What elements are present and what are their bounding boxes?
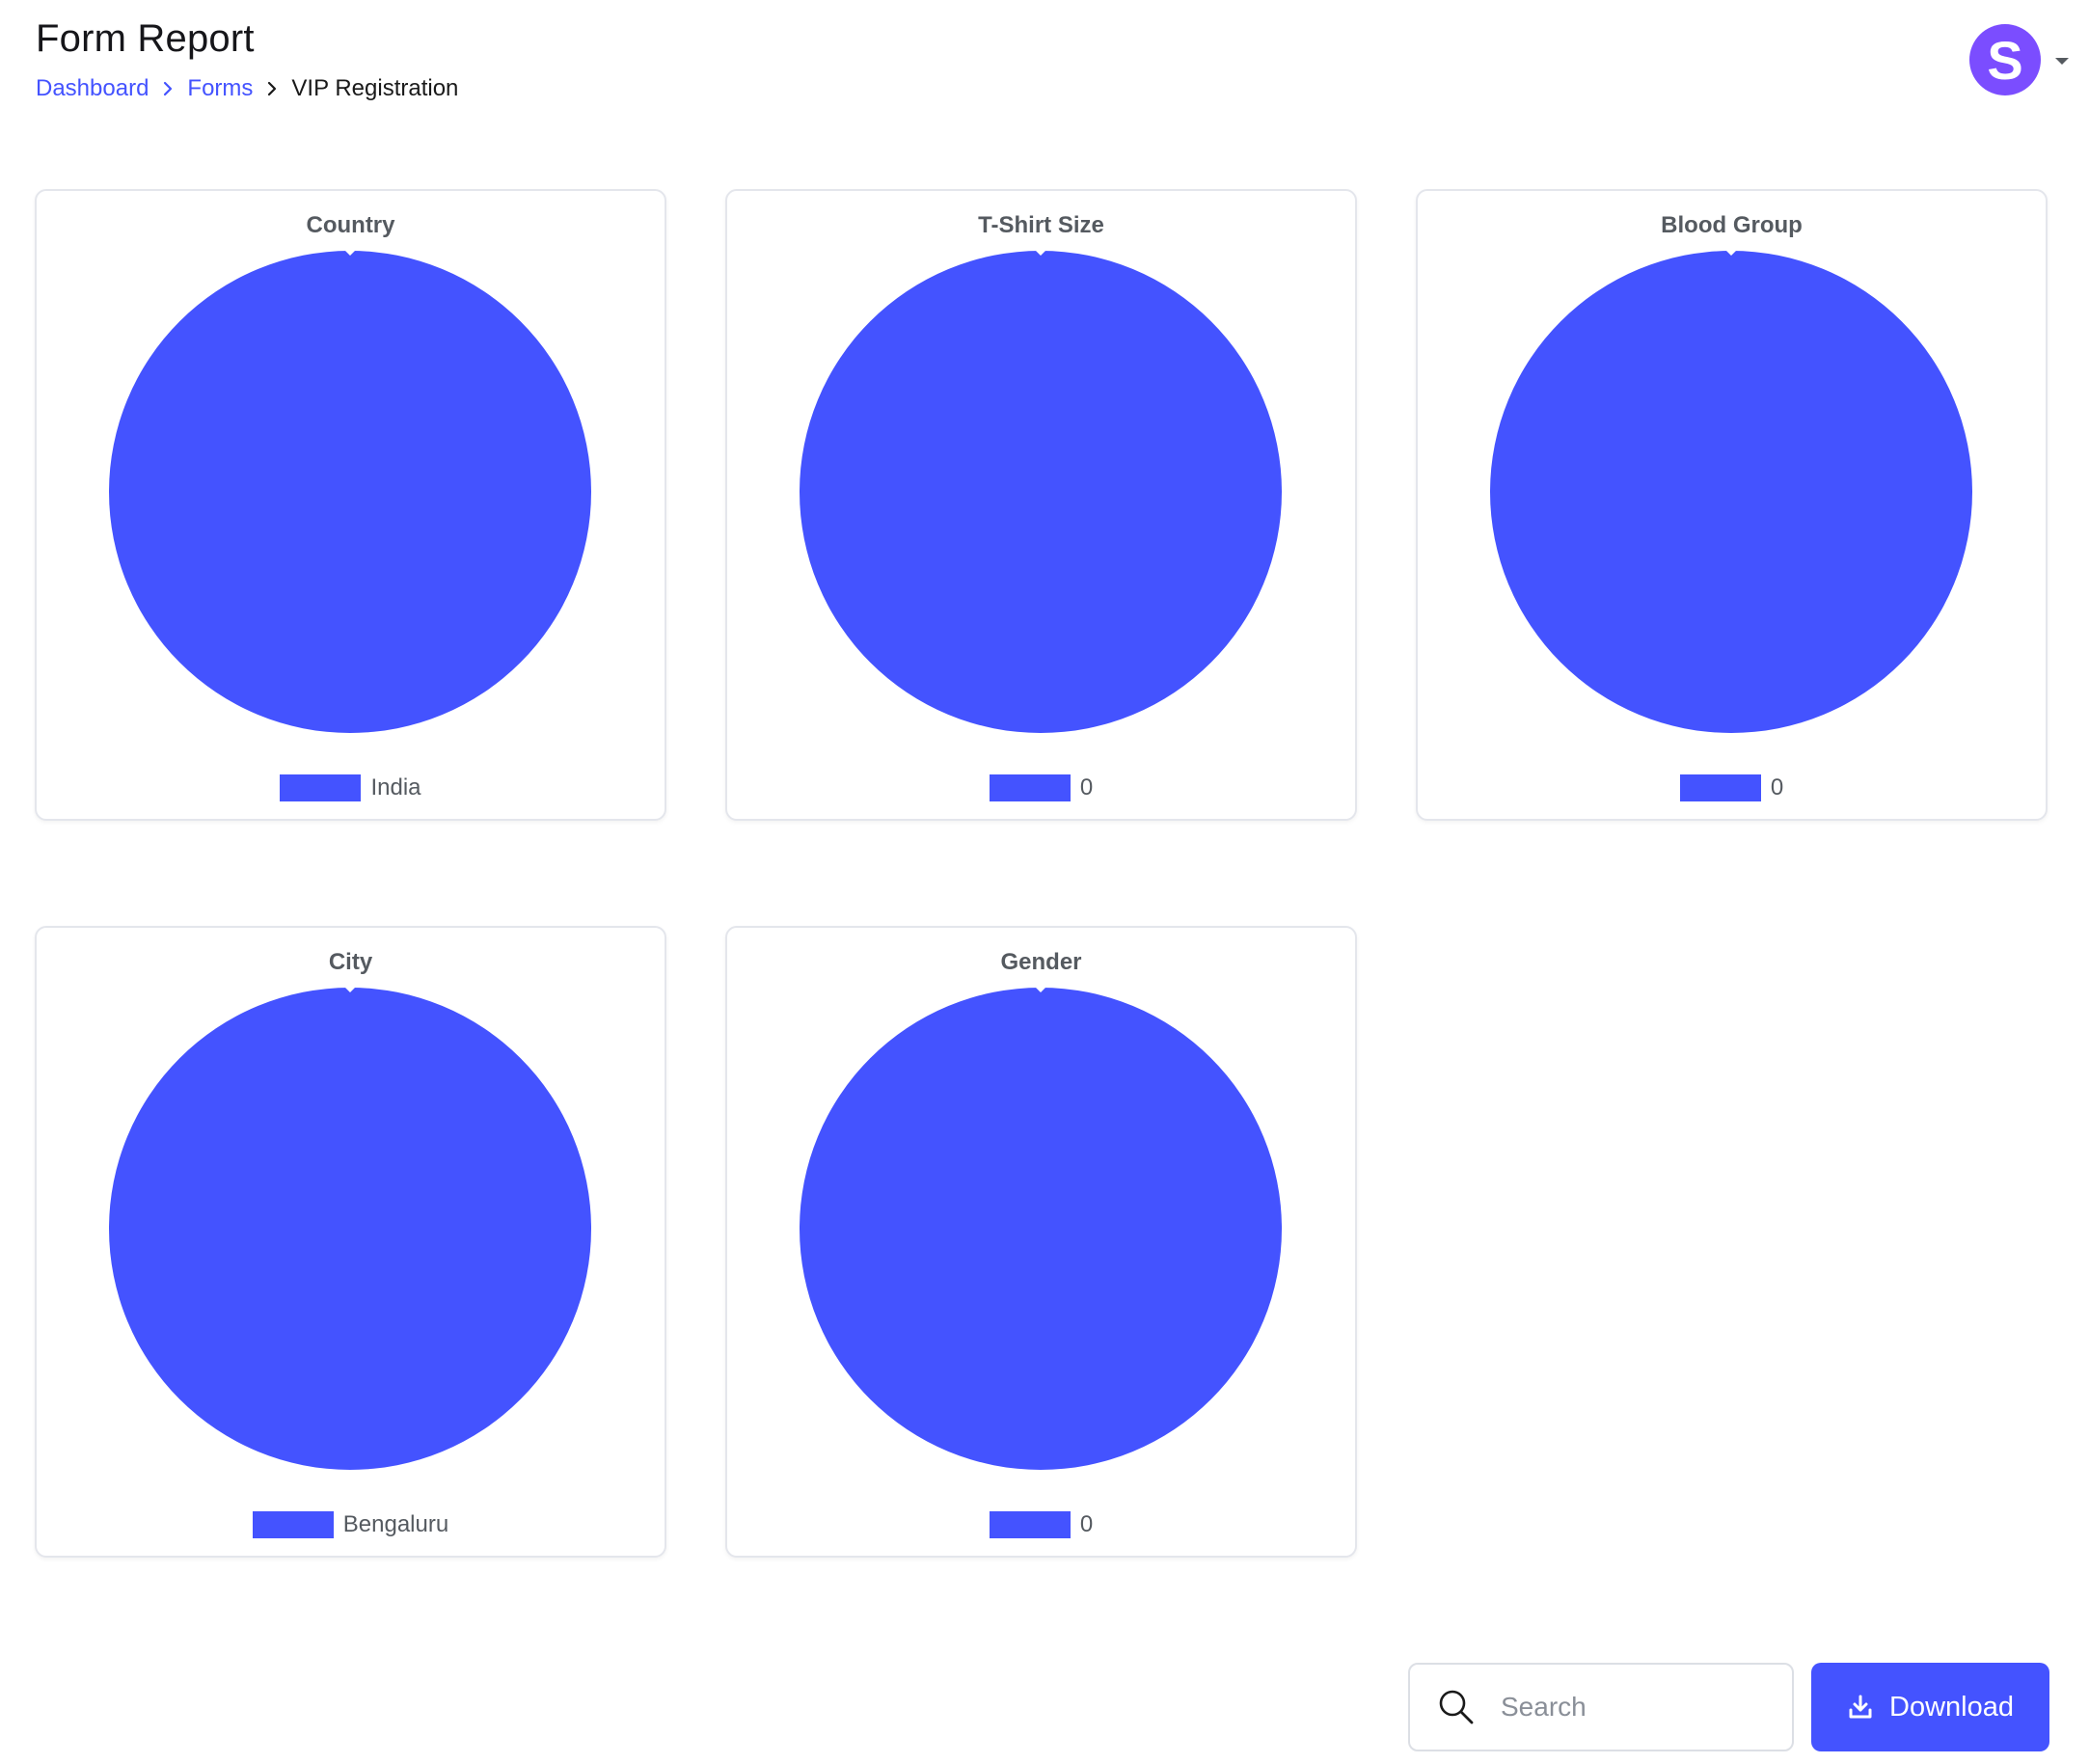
legend-swatch bbox=[252, 1511, 334, 1538]
search-box[interactable] bbox=[1408, 1663, 1794, 1751]
download-icon bbox=[1847, 1694, 1874, 1721]
caret-down-icon[interactable] bbox=[2054, 54, 2070, 71]
pie-chart bbox=[109, 987, 591, 1470]
chart-card-blood-group: Blood Group 0 bbox=[1416, 189, 2048, 821]
breadcrumb-current: VIP Registration bbox=[291, 75, 459, 101]
page-title: Form Report bbox=[36, 17, 255, 60]
chart-legend: Bengaluru bbox=[37, 1510, 665, 1539]
breadcrumb-dashboard-link[interactable]: Dashboard bbox=[36, 75, 149, 102]
chart-card-city: City Bengaluru bbox=[35, 926, 666, 1558]
pie-slice-0[interactable] bbox=[800, 988, 1282, 1470]
legend-label: Bengaluru bbox=[342, 1511, 449, 1537]
chart-legend: 0 bbox=[1418, 773, 2046, 802]
download-label: Download bbox=[1889, 1691, 2014, 1723]
pie-chart bbox=[800, 250, 1282, 733]
legend-swatch bbox=[280, 774, 362, 801]
legend-label: 0 bbox=[1079, 1511, 1094, 1537]
chart-legend: India bbox=[37, 773, 665, 802]
pie-chart bbox=[800, 987, 1282, 1470]
chart-card-country: Country India bbox=[35, 189, 666, 821]
chart-legend: 0 bbox=[727, 773, 1355, 802]
pie-slice-india[interactable] bbox=[109, 251, 591, 733]
search-icon bbox=[1437, 1688, 1476, 1726]
pie-slice-bengaluru[interactable] bbox=[109, 988, 591, 1470]
legend-label: India bbox=[370, 774, 421, 801]
pie-chart bbox=[109, 250, 591, 733]
search-input[interactable] bbox=[1499, 1691, 1753, 1723]
legend-swatch bbox=[1679, 774, 1761, 801]
chevron-right-icon bbox=[253, 80, 291, 97]
legend-swatch bbox=[989, 774, 1071, 801]
chevron-right-icon bbox=[149, 80, 187, 97]
breadcrumb-forms-link[interactable]: Forms bbox=[187, 75, 253, 102]
download-button[interactable]: Download bbox=[1811, 1663, 2049, 1751]
chart-card-tshirt-size: T-Shirt Size 0 bbox=[725, 189, 1357, 821]
pie-slice-0[interactable] bbox=[800, 251, 1282, 733]
avatar[interactable]: S bbox=[1969, 24, 2041, 95]
breadcrumb: Dashboard Forms VIP Registration bbox=[36, 73, 458, 104]
chart-card-gender: Gender 0 bbox=[725, 926, 1357, 1558]
legend-swatch bbox=[989, 1511, 1071, 1538]
chart-legend: 0 bbox=[727, 1510, 1355, 1539]
legend-label: 0 bbox=[1770, 774, 1784, 801]
pie-chart bbox=[1490, 250, 1972, 733]
pie-slice-0[interactable] bbox=[1490, 251, 1972, 733]
legend-label: 0 bbox=[1079, 774, 1094, 801]
